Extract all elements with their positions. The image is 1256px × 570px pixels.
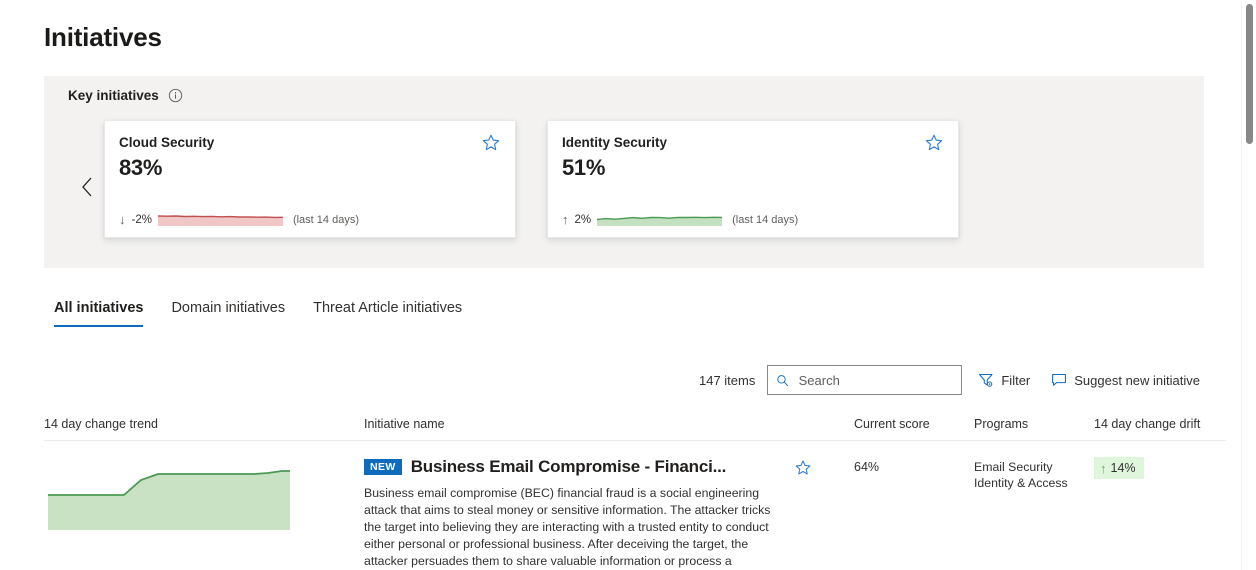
card-sparkline <box>157 214 283 226</box>
card-delta: 2% <box>574 213 592 226</box>
initiatives-page: Initiatives Key initiatives Cloud Securi… <box>0 0 1256 570</box>
card-delta: -2% <box>131 213 152 226</box>
favorite-star-icon[interactable] <box>794 459 812 477</box>
key-initiative-cards: Cloud Security 83% ↓ -2% (last 14 days) <box>104 120 959 238</box>
key-initiatives-header: Key initiatives <box>68 88 183 103</box>
card-trend-footer: ↑ 2% (last 14 days) <box>562 213 944 226</box>
row-change-drift: ↑ 14% <box>1094 457 1144 479</box>
initiative-name-line: NEW Business Email Compromise - Financi.… <box>364 457 794 477</box>
chevron-left-icon <box>81 177 91 197</box>
initiatives-tabs: All initiatives Domain initiatives Threa… <box>54 300 462 327</box>
key-initiative-card-identity-security[interactable]: Identity Security 51% ↑ 2% (last 14 days… <box>547 120 959 238</box>
drift-value: 14% <box>1110 461 1136 475</box>
card-score: 51% <box>562 155 606 180</box>
scrollbar-thumb[interactable] <box>1246 4 1253 144</box>
program-item: Email Security <box>974 460 1053 474</box>
initiative-name[interactable]: Business Email Compromise - Financi... <box>411 457 727 477</box>
card-period-note: (last 14 days) <box>292 213 359 226</box>
tab-threat-article-initiatives[interactable]: Threat Article initiatives <box>313 300 462 327</box>
table-row[interactable]: NEW Business Email Compromise - Financi.… <box>44 447 1226 570</box>
row-initiative-name-cell: NEW Business Email Compromise - Financi.… <box>364 457 794 570</box>
card-period-note: (last 14 days) <box>732 213 799 226</box>
comment-icon <box>1052 373 1067 386</box>
command-bar: 147 items Filter Suggest new initiative <box>699 365 1206 395</box>
vertical-scrollbar[interactable] <box>1241 0 1256 570</box>
column-header-current-score[interactable]: Current score <box>854 417 930 431</box>
info-icon[interactable] <box>168 88 183 103</box>
column-header-trend[interactable]: 14 day change trend <box>44 417 158 431</box>
row-trend-chart <box>46 462 292 535</box>
favorite-star-icon[interactable] <box>924 133 944 153</box>
card-trend-footer: ↓ -2% (last 14 days) <box>119 213 501 226</box>
drift-badge: ↑ 14% <box>1094 457 1144 479</box>
trend-arrow-down-icon: ↓ <box>119 212 126 227</box>
filter-label: Filter <box>1001 372 1031 388</box>
tab-all-initiatives[interactable]: All initiatives <box>54 300 144 327</box>
card-title: Cloud Security <box>119 135 215 150</box>
search-input[interactable] <box>796 371 954 389</box>
page-title: Initiatives <box>44 22 162 52</box>
filter-button[interactable]: Filter <box>972 368 1036 392</box>
search-box[interactable] <box>767 365 963 395</box>
suggest-new-initiative-button[interactable]: Suggest new initiative <box>1045 368 1206 392</box>
search-icon <box>777 374 789 386</box>
row-current-score: 64% <box>854 460 880 474</box>
key-initiatives-label: Key initiatives <box>68 88 159 103</box>
carousel-prev-button[interactable] <box>76 176 98 198</box>
table-header: 14 day change trend Initiative name Curr… <box>44 412 1226 441</box>
column-header-initiative-name[interactable]: Initiative name <box>364 417 445 431</box>
column-header-programs[interactable]: Programs <box>974 417 1028 431</box>
item-count: 147 items <box>698 372 756 388</box>
card-sparkline <box>597 216 723 226</box>
filter-icon <box>979 373 993 387</box>
card-title: Identity Security <box>562 135 668 150</box>
arrow-up-icon: ↑ <box>1100 460 1107 476</box>
trend-arrow-up-icon: ↑ <box>562 212 569 227</box>
program-item: Identity & Access <box>974 476 1068 490</box>
favorite-star-icon[interactable] <box>481 133 501 153</box>
suggest-label: Suggest new initiative <box>1074 372 1200 388</box>
tab-domain-initiatives[interactable]: Domain initiatives <box>171 300 285 327</box>
initiative-description: Business email compromise (BEC) financia… <box>364 486 771 569</box>
key-initiative-card-cloud-security[interactable]: Cloud Security 83% ↓ -2% (last 14 days) <box>104 120 516 238</box>
key-initiatives-panel: Key initiatives Cloud Security 83% ↓ -2%… <box>44 76 1204 268</box>
column-header-change-drift[interactable]: 14 day change drift <box>1094 417 1200 431</box>
trend-area-chart <box>48 470 290 530</box>
row-programs: Email Security Identity & Access <box>974 459 1068 491</box>
new-badge: NEW <box>364 459 402 475</box>
card-score: 83% <box>119 155 163 180</box>
